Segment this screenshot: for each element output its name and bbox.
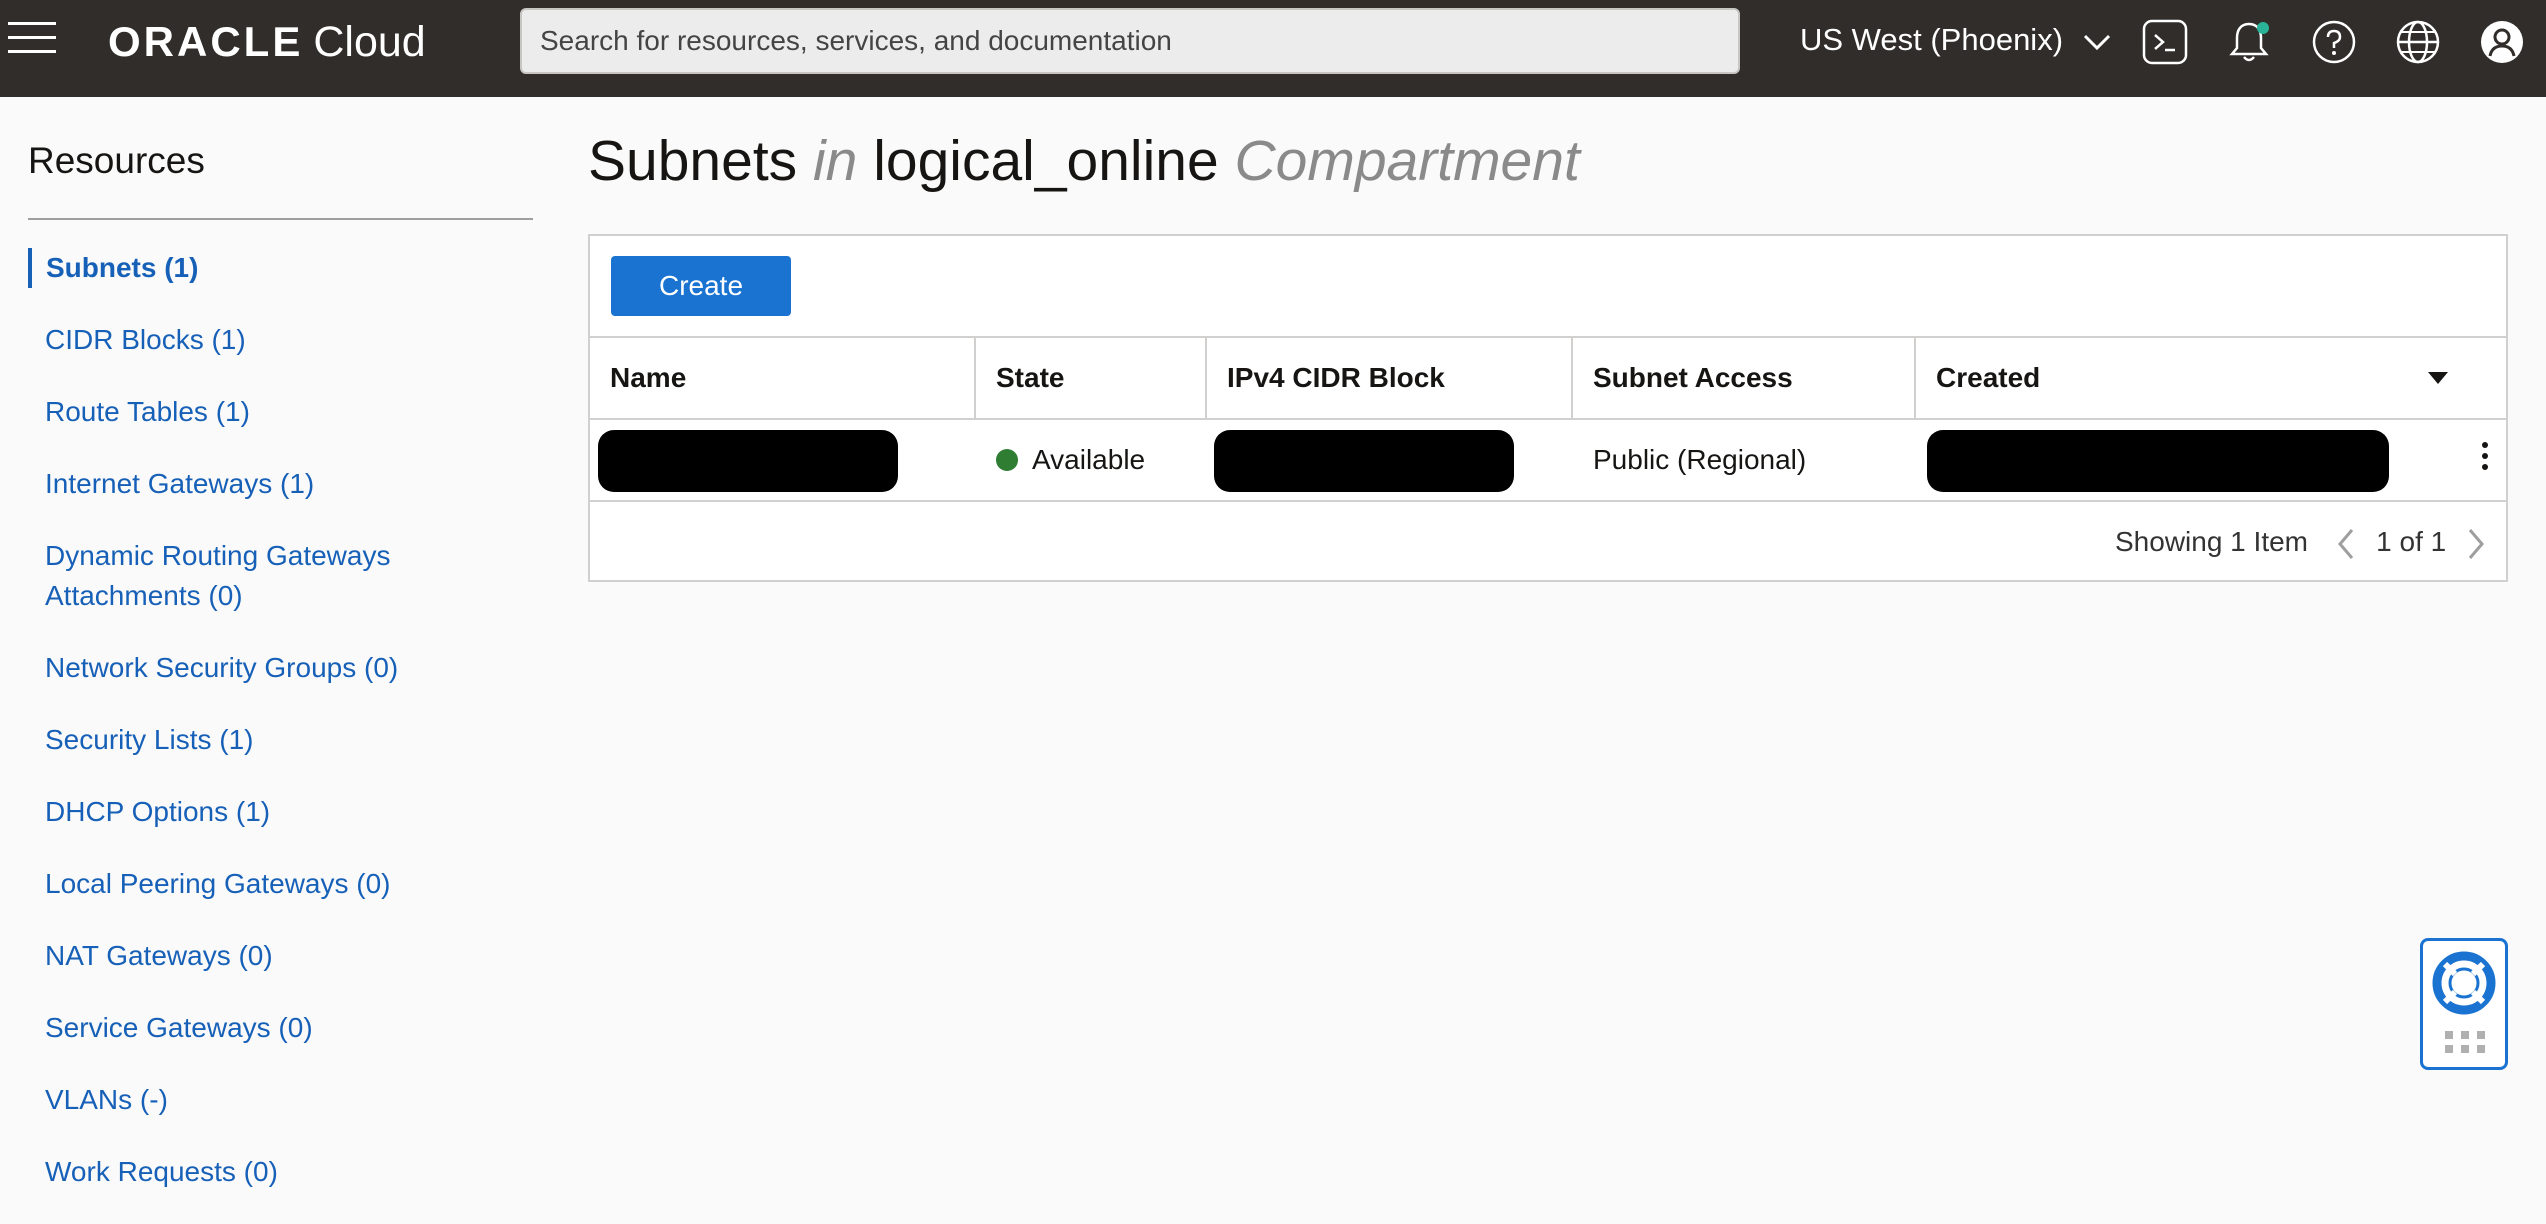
title-suffix: Compartment: [1234, 129, 1580, 193]
lifebuoy-icon: [2432, 951, 2496, 1015]
sidebar-item-work-requests[interactable]: Work Requests (0): [28, 1152, 533, 1192]
sidebar-list: Subnets (1) CIDR Blocks (1) Route Tables (…: [28, 248, 533, 1192]
previous-page-icon[interactable]: [2336, 527, 2356, 561]
redacted-cidr-block: [1214, 430, 1514, 492]
column-header-access[interactable]: Subnet Access: [1573, 338, 1916, 418]
user-profile-icon[interactable]: [2478, 18, 2526, 66]
notifications-bell-icon[interactable]: [2225, 18, 2273, 66]
cloud-shell-icon[interactable]: [2141, 18, 2189, 66]
sidebar-item-subnets[interactable]: Subnets (1): [28, 248, 533, 288]
column-header-created[interactable]: Created: [1916, 338, 2506, 418]
sidebar-item-dynamic-routing-gateways-attachments[interactable]: Dynamic Routing Gateways Attachments (0): [28, 536, 425, 616]
column-header-state[interactable]: State: [976, 338, 1207, 418]
sidebar-item-cidr-blocks[interactable]: CIDR Blocks (1): [28, 320, 533, 360]
sidebar-item-security-lists[interactable]: Security Lists (1): [28, 720, 533, 760]
menu-icon[interactable]: [8, 22, 58, 62]
compartment-name: logical_online: [873, 129, 1219, 193]
column-header-name[interactable]: Name: [590, 338, 976, 418]
state-value: Available: [1032, 444, 1146, 475]
state-cell: Available: [976, 420, 1145, 500]
sidebar-item-vlans[interactable]: VLANs (-): [28, 1080, 533, 1120]
page-info: 1 of 1: [2376, 526, 2447, 557]
sort-descending-icon[interactable]: [2428, 372, 2448, 384]
top-navigation-bar: ORACLE Cloud Search for resources, servic…: [0, 0, 2546, 97]
subnets-panel: Create Subnet Name State IPv4 CIDR Block…: [588, 234, 2508, 582]
help-widget[interactable]: [2420, 938, 2508, 1070]
subnet-access-cell: Public (Regional): [1593, 444, 1807, 475]
row-actions-menu-icon[interactable]: [2480, 442, 2490, 482]
oracle-cloud-logo[interactable]: ORACLE Cloud: [108, 18, 426, 68]
page-title: Subnets in logical_online Compartment: [588, 128, 1580, 194]
help-icon[interactable]: [2310, 18, 2358, 66]
table-header: Name State IPv4 CIDR Block Subnet Access…: [590, 336, 2506, 420]
redacted-subnet-name[interactable]: [598, 430, 898, 492]
column-header-cidr[interactable]: IPv4 CIDR Block: [1207, 338, 1573, 418]
resources-sidebar: Resources Subnets (1) CIDR Blocks (1) Rout…: [28, 140, 533, 1224]
sidebar-title: Resources: [28, 140, 205, 181]
region-selector[interactable]: US West (Phoenix): [1800, 22, 2112, 58]
language-globe-icon[interactable]: [2394, 18, 2442, 66]
brand-name: ORACLE: [108, 18, 304, 65]
sidebar-item-service-gateways[interactable]: Service Gateways (0): [28, 1008, 533, 1048]
created-header-label: Created: [1936, 362, 2041, 393]
sidebar-item-nat-gateways[interactable]: NAT Gateways (0): [28, 936, 533, 976]
sidebar-item-dhcp-options[interactable]: DHCP Options (1): [28, 792, 533, 832]
status-available-icon: [996, 449, 1018, 471]
item-count: Showing 1 Item: [2115, 526, 2308, 557]
table-footer: Showing 1 Item 1 of 1: [590, 502, 2506, 582]
sidebar-divider: [28, 218, 533, 220]
redacted-created-date: [1927, 430, 2389, 492]
region-label: US West (Phoenix): [1800, 22, 2064, 57]
pagination: 1 of 1: [2336, 502, 2486, 582]
title-in: in: [813, 129, 858, 193]
table-row[interactable]: Available Public (Regional): [590, 420, 2506, 502]
sidebar-item-network-security-groups[interactable]: Network Security Groups (0): [28, 648, 533, 688]
search-input[interactable]: Search for resources, services, and docu…: [520, 8, 1740, 74]
chevron-down-icon: [2083, 34, 2110, 50]
title-resource: Subnets: [588, 129, 798, 193]
sidebar-item-local-peering-gateways[interactable]: Local Peering Gateways (0): [28, 864, 533, 904]
next-page-icon[interactable]: [2466, 527, 2486, 561]
product-name: Cloud: [313, 18, 426, 66]
sidebar-item-internet-gateways[interactable]: Internet Gateways (1): [28, 464, 533, 504]
drag-handle-icon[interactable]: [2443, 1029, 2487, 1055]
create-subnet-button[interactable]: Create Subnet: [611, 256, 791, 361]
sidebar-item-route-tables[interactable]: Route Tables (1): [28, 392, 533, 432]
